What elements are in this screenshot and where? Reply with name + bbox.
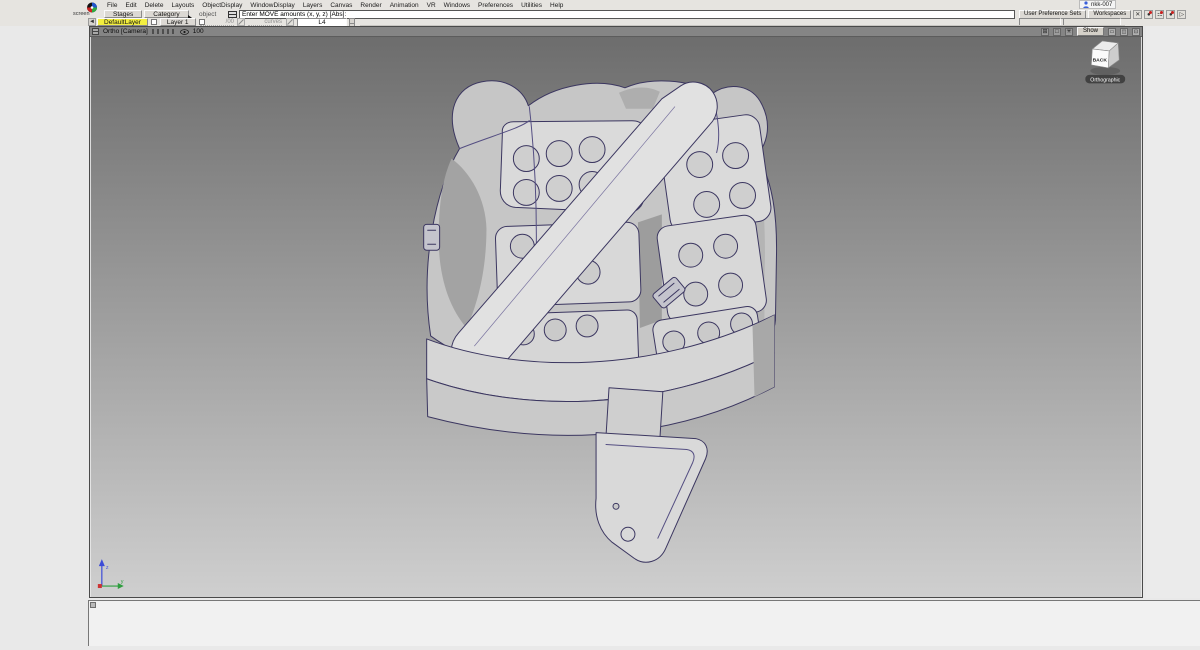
pane-expand-icon[interactable]: ⊡: [1132, 28, 1140, 36]
frame-toggle-icon[interactable]: □: [1053, 28, 1061, 36]
layer-tab-layer1[interactable]: Layer 1: [160, 18, 196, 26]
panel-corner-icon[interactable]: [90, 602, 96, 608]
layer-tab-defaultlayer[interactable]: DefaultLayer: [97, 18, 148, 26]
viewport-zoom-value: 100: [193, 28, 204, 35]
user-name: nkk-007: [1091, 2, 1112, 8]
menu-delete[interactable]: Delete: [143, 2, 166, 9]
sync-share-icon-3[interactable]: ●: [1166, 10, 1175, 19]
tab-category[interactable]: Category: [144, 10, 188, 18]
menu-canvas[interactable]: Canvas: [328, 2, 354, 9]
viewport-title[interactable]: Ortho [Camera]: [103, 28, 148, 35]
right-empty-column: [1146, 0, 1200, 598]
pick-mode-label: object: [199, 11, 216, 18]
diagonal-slope-icon-1: [237, 18, 245, 26]
tab-stages[interactable]: Stages: [104, 10, 142, 18]
pick-arrow-icon[interactable]: [187, 10, 195, 18]
layer-bar: DefaultLayer Layer 1: [97, 18, 205, 26]
app-root: File Edit Delete Layouts ObjectDisplay W…: [0, 0, 1200, 650]
menu-file[interactable]: File: [105, 2, 119, 9]
viewport: Ortho [Camera] 100 ⊞ □ ✳ Show ▭ ◫ ⊡: [89, 26, 1143, 598]
keyboard-icon[interactable]: [228, 11, 237, 18]
viewport-canvas[interactable]: BACK Orthographic z y: [90, 37, 1142, 597]
stage-tabs: Stages Category: [104, 10, 189, 18]
sync-share-icon-1[interactable]: ●: [1144, 10, 1153, 19]
alias-logo-icon: [85, 0, 102, 11]
flower-menu-icon[interactable]: ✳: [1065, 28, 1073, 36]
eye-icon[interactable]: [180, 29, 189, 35]
menu-objectdisplay[interactable]: ObjectDisplay: [200, 2, 244, 9]
viewport-header[interactable]: Ortho [Camera] 100 ⊞ □ ✳ Show ▭ ◫ ⊡: [90, 27, 1142, 37]
axis-up-label: z: [106, 565, 109, 571]
toolbar-strip: File Edit Delete Layouts ObjectDisplay W…: [0, 0, 1200, 26]
menu-edit[interactable]: Edit: [123, 2, 138, 9]
menu-layouts[interactable]: Layouts: [169, 2, 196, 9]
promptline-history-panel: [88, 600, 1200, 646]
left-empty-column: [0, 0, 86, 650]
window-close-icon[interactable]: ✕: [1133, 10, 1142, 19]
menu-animation[interactable]: Animation: [388, 2, 421, 9]
dim-field-curves: curves: [248, 19, 282, 26]
show-button[interactable]: Show: [1077, 27, 1104, 36]
menu-utilities[interactable]: Utilities: [519, 2, 544, 9]
layer-scroll-left-button[interactable]: ◄: [88, 18, 96, 26]
menu-vr[interactable]: VR: [425, 2, 438, 9]
viewport-menu-icon[interactable]: [92, 28, 99, 35]
pane-split-icon[interactable]: ◫: [1120, 28, 1128, 36]
menu-preferences[interactable]: Preferences: [476, 2, 515, 9]
menu-windowdisplay[interactable]: WindowDisplay: [248, 2, 296, 9]
menu-layers[interactable]: Layers: [301, 2, 325, 9]
menubar: File Edit Delete Layouts ObjectDisplay W…: [105, 1, 565, 9]
viewcube-mode-label: Orthographic: [1090, 77, 1120, 83]
menu-render[interactable]: Render: [358, 2, 383, 9]
user-icon: [1083, 1, 1089, 8]
viewcube-face-label: BACK: [1093, 57, 1108, 63]
user-badge[interactable]: nkk-007: [1079, 0, 1116, 9]
screen-label: screen: [73, 11, 90, 17]
layer-checkbox-default[interactable]: [151, 19, 157, 25]
promptline-input[interactable]: Enter MOVE amounts (x, y, z) [Abs]:: [239, 10, 1015, 19]
viewport-drag-grip[interactable]: [152, 29, 176, 34]
sync-share-icon-2[interactable]: ⚏: [1155, 10, 1164, 19]
play-flag-icon[interactable]: ▷: [1177, 10, 1186, 19]
pane-single-icon[interactable]: ▭: [1108, 28, 1116, 36]
menu-windows[interactable]: Windows: [442, 2, 472, 9]
diagonal-slope-icon-2: [286, 18, 294, 26]
dim-field-00: /00: [200, 19, 234, 26]
axis-right-label: y: [121, 579, 124, 585]
grid-toggle-icon[interactable]: ⊞: [1041, 28, 1049, 36]
menu-help[interactable]: Help: [548, 2, 565, 9]
